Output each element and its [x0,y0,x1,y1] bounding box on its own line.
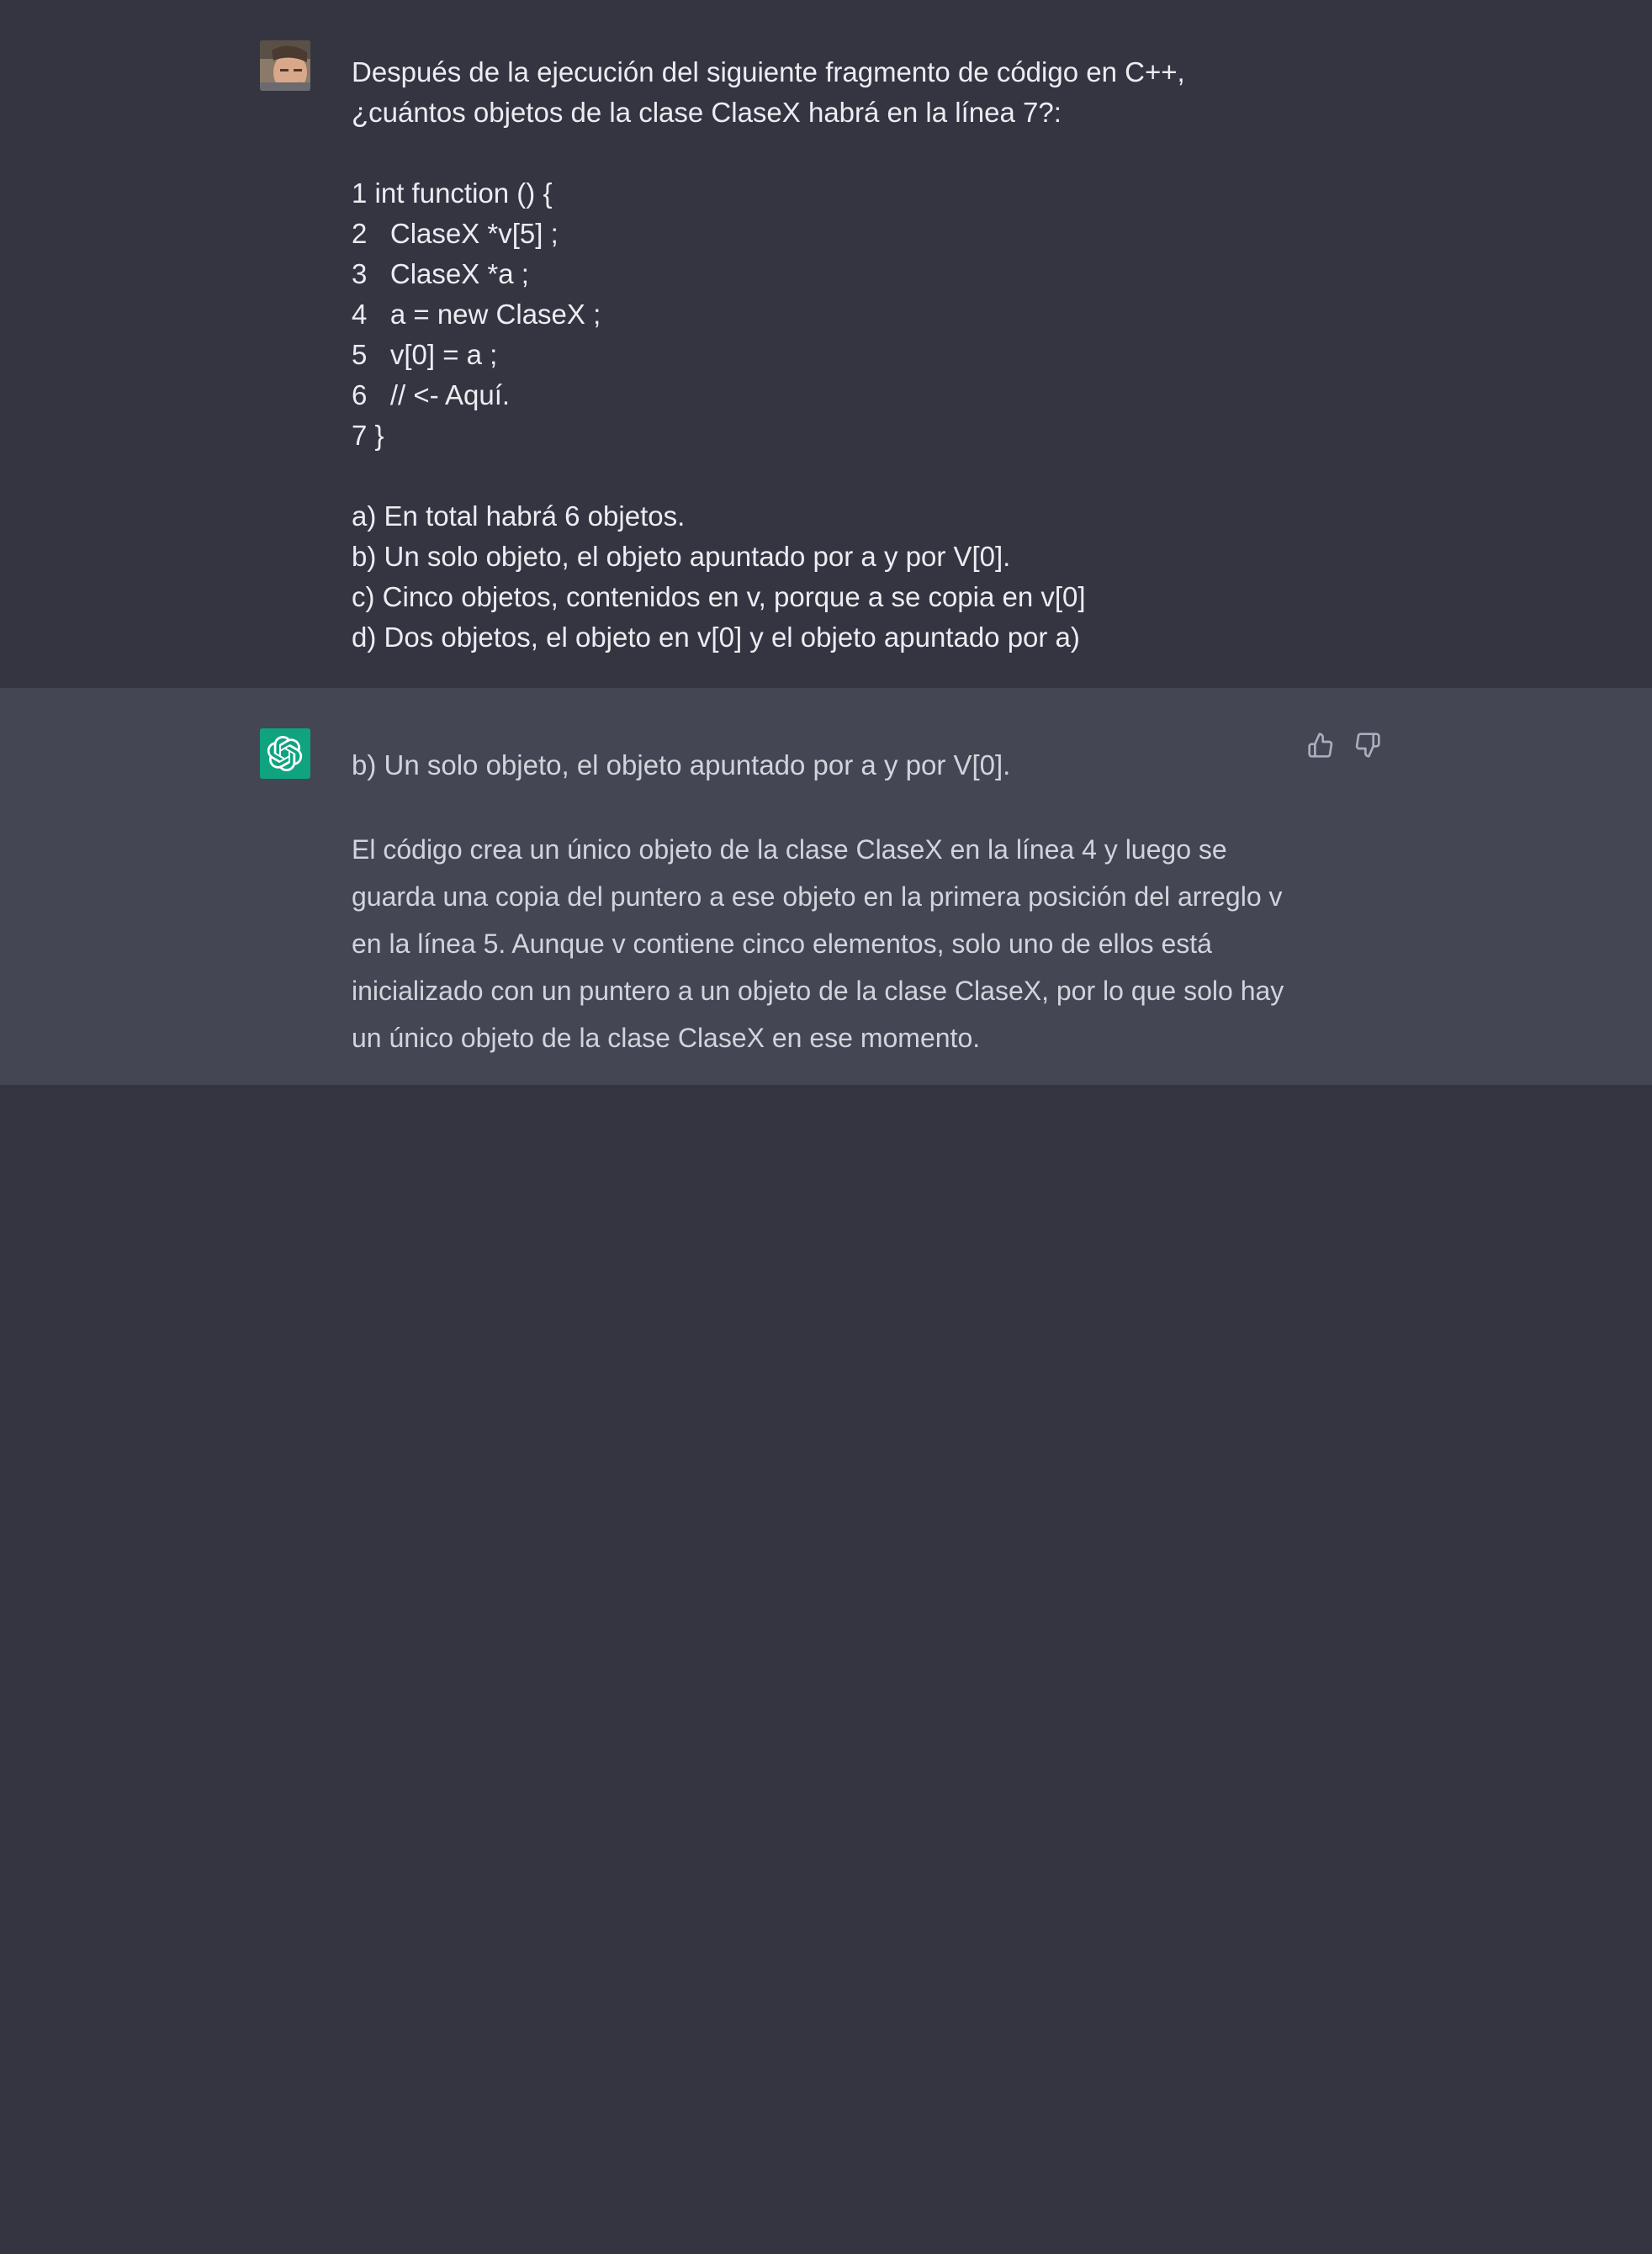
answer-option: b) Un solo objeto, el objeto apuntado po… [352,541,1011,572]
thumbs-down-button[interactable] [1353,730,1383,760]
empty-conversation-area [0,1085,1652,2254]
answer-explanation: El código crea un único objeto de la cla… [352,834,1284,1053]
code-line: 1 int function () { [352,177,553,209]
feedback-buttons [1305,730,1383,760]
assistant-avatar [260,728,310,779]
openai-logo-icon [267,736,303,771]
answer-option: a) En total habrá 6 objetos. [352,500,686,532]
user-photo-avatar [260,40,310,91]
code-line: 4 a = new ClaseX ; [352,299,601,330]
user-avatar [260,40,310,91]
code-line: 3 ClaseX *a ; [352,258,529,289]
answer-option: d) Dos objetos, el objeto en v[0] y el o… [352,622,1080,653]
thumbs-down-icon [1355,733,1380,758]
assistant-message-text: b) Un solo objeto, el objeto apuntado po… [352,745,1285,1061]
thumbs-up-icon [1308,733,1333,758]
answer-option: c) Cinco objetos, contenidos en v, porqu… [352,581,1086,612]
code-line: 2 ClaseX *v[5] ; [352,218,559,249]
question-line: Después de la ejecución del siguiente fr… [352,56,1185,87]
code-line: 7 } [352,420,384,451]
user-message-row: Después de la ejecución del siguiente fr… [0,0,1652,689]
code-line: 5 v[0] = a ; [352,339,498,370]
code-line: 6 // <- Aquí. [352,379,511,410]
answer-heading: b) Un solo objeto, el objeto apuntado po… [352,749,1011,780]
user-message-text: Después de la ejecución del siguiente fr… [352,52,1285,658]
question-line: ¿cuántos objetos de la clase ClaseX habr… [352,97,1062,128]
thumbs-up-button[interactable] [1305,730,1336,760]
assistant-message-row: b) Un solo objeto, el objeto apuntado po… [0,688,1652,1086]
